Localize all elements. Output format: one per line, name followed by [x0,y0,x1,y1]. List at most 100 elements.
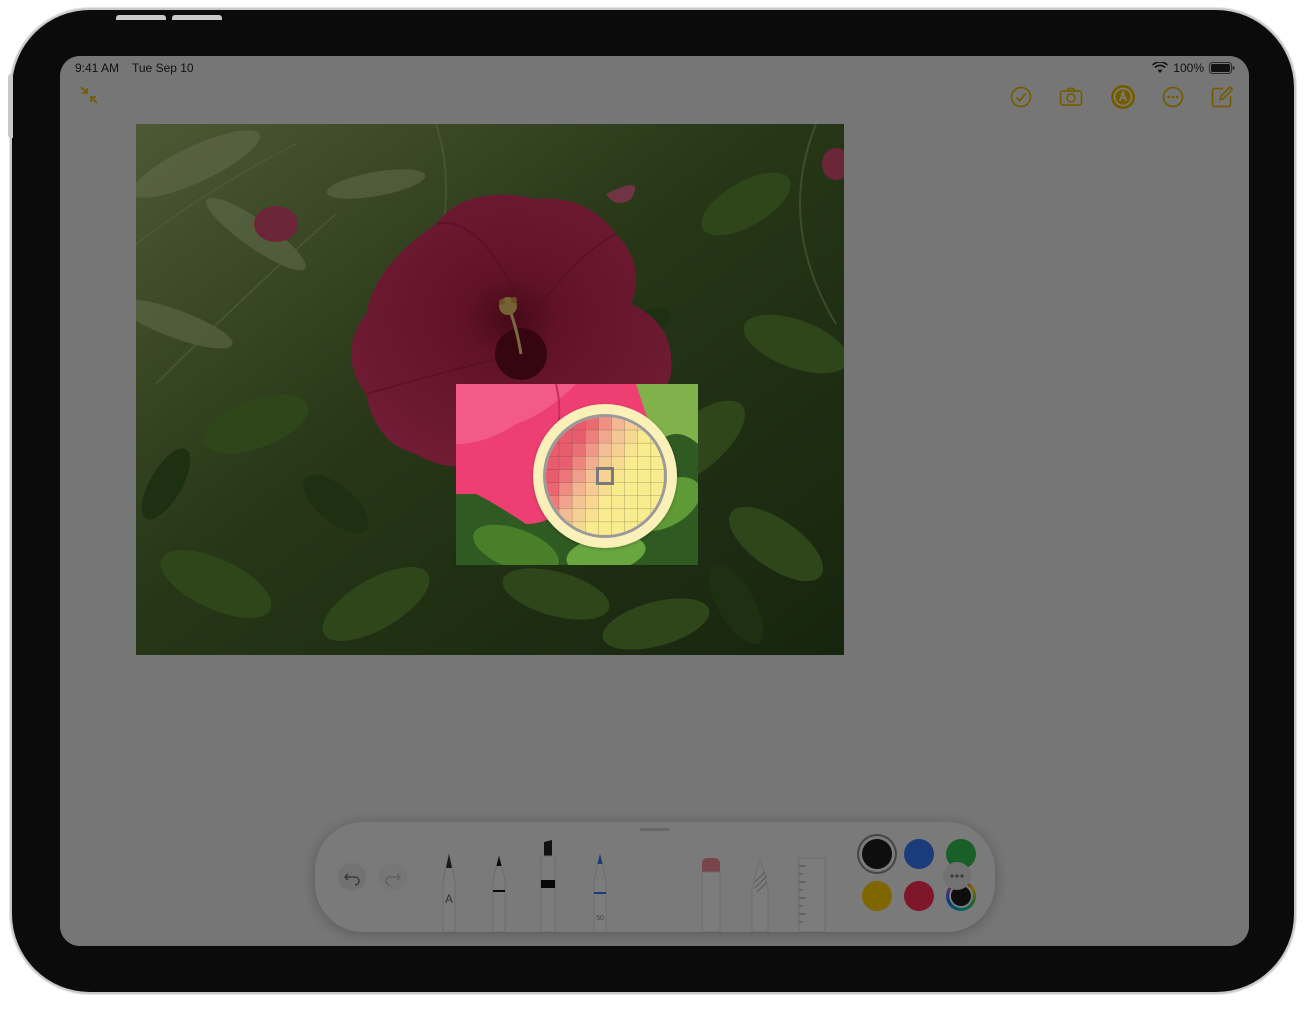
loupe-pixel [637,482,652,496]
loupe-pixel [546,456,560,470]
loupe-pixel [624,442,639,457]
color-picker-loupe[interactable] [533,404,677,548]
ruler-tool[interactable] [797,856,827,932]
loupe-pixel [637,417,652,431]
loupe-pixel [546,442,560,457]
loupe-pixel [585,521,599,535]
loupe-pixel [585,442,599,457]
color-yellow-swatch[interactable] [862,881,892,911]
loupe-pixel [611,508,625,523]
loupe-pixel [650,482,664,496]
loupe-pixel [546,429,560,444]
more-options-icon[interactable] [1160,84,1186,110]
monoline-pen-tool[interactable]: A [436,852,462,932]
loupe-pixel [650,442,664,457]
status-bar: 9:41 AM Tue Sep 10 100% [60,56,1249,80]
loupe-pixel [611,442,625,457]
loupe-pixel [637,508,652,523]
loupe-pixel [558,508,573,523]
loupe-pixel [571,442,586,457]
loupe-pixel [585,429,599,444]
lasso-tool[interactable] [747,856,773,932]
loupe-pixel [571,521,586,535]
loupe-pixel [558,429,573,444]
marker-tool[interactable] [535,840,561,932]
pen-letter: A [445,892,453,906]
loupe-pixel [558,442,573,457]
loupe-pixel [585,508,599,523]
undo-button[interactable] [338,863,366,891]
loupe-pixel [611,429,625,444]
loupe-pixel [637,456,652,470]
loupe-pixel [585,417,599,431]
redo-icon [385,873,402,886]
loupe-pixel [637,495,652,510]
loupe-pixel [571,495,586,510]
status-date: Tue Sep 10 [132,61,194,75]
wifi-icon [1152,62,1169,73]
selected-pixel-square [596,467,614,485]
loupe-pixel [637,442,652,457]
status-indicators: 100% [1152,61,1235,75]
side-button [8,74,13,138]
more-button[interactable] [943,862,971,890]
color-red-swatch[interactable] [904,881,934,911]
markup-icon[interactable] [1110,84,1136,110]
battery-percent: 100% [1173,61,1204,75]
loupe-pixel [571,469,586,483]
loupe-pixel [624,469,639,483]
compose-icon[interactable] [1209,84,1235,110]
palette-grabber[interactable] [640,828,670,831]
loupe-pixel [637,521,652,535]
loupe-pixel [624,508,639,523]
loupe-pixel [558,495,573,510]
loupe-pixel [571,508,586,523]
loupe-pixel [624,521,639,535]
loupe-pixel [637,469,652,483]
pen-tool[interactable] [486,852,512,932]
checklist-icon[interactable] [1008,84,1034,110]
battery-icon [1209,62,1235,74]
loupe-pixel [611,495,625,510]
redo-button[interactable] [379,863,407,891]
eraser-tool[interactable] [698,856,724,932]
loupe-pixel [558,482,573,496]
more-icon [950,874,964,878]
loupe-pixel [650,495,664,510]
loupe-pixel [571,417,586,431]
pencil-size-label: 50 [596,915,604,922]
loupe-pixel [598,417,612,431]
top-button [172,15,222,20]
loupe-pixel [585,495,599,510]
loupe-pixel [546,508,560,523]
loupe-pixel [598,508,612,523]
loupe-pixel [650,469,664,483]
loupe-pixel [598,521,612,535]
loupe-pixel [611,521,625,535]
collapse-arrows-icon[interactable] [78,84,100,106]
color-black-swatch[interactable] [862,839,892,869]
notes-toolbar [60,84,1249,114]
loupe-pixel [598,429,612,444]
loupe-pixel [558,521,573,535]
loupe-pixel [546,482,560,496]
top-button [116,15,166,20]
loupe-pixel [624,482,639,496]
loupe-pixel [598,495,612,510]
loupe-pixel [650,508,664,523]
loupe-pixel [571,482,586,496]
color-blue-swatch[interactable] [904,839,934,869]
loupe-pixel [571,456,586,470]
undo-icon [343,873,360,886]
loupe-pixel [558,456,573,470]
loupe-pixel [624,417,639,431]
loupe-pixel [546,469,560,483]
status-time: 9:41 AM [75,61,120,75]
camera-icon[interactable] [1058,84,1084,110]
pencil-tool[interactable]: 50 [587,852,613,932]
loupe-pixel [624,456,639,470]
loupe-pixel [624,429,639,444]
loupe-pixel [650,429,664,444]
loupe-pixel [611,417,625,431]
loupe-pixel [546,495,560,510]
